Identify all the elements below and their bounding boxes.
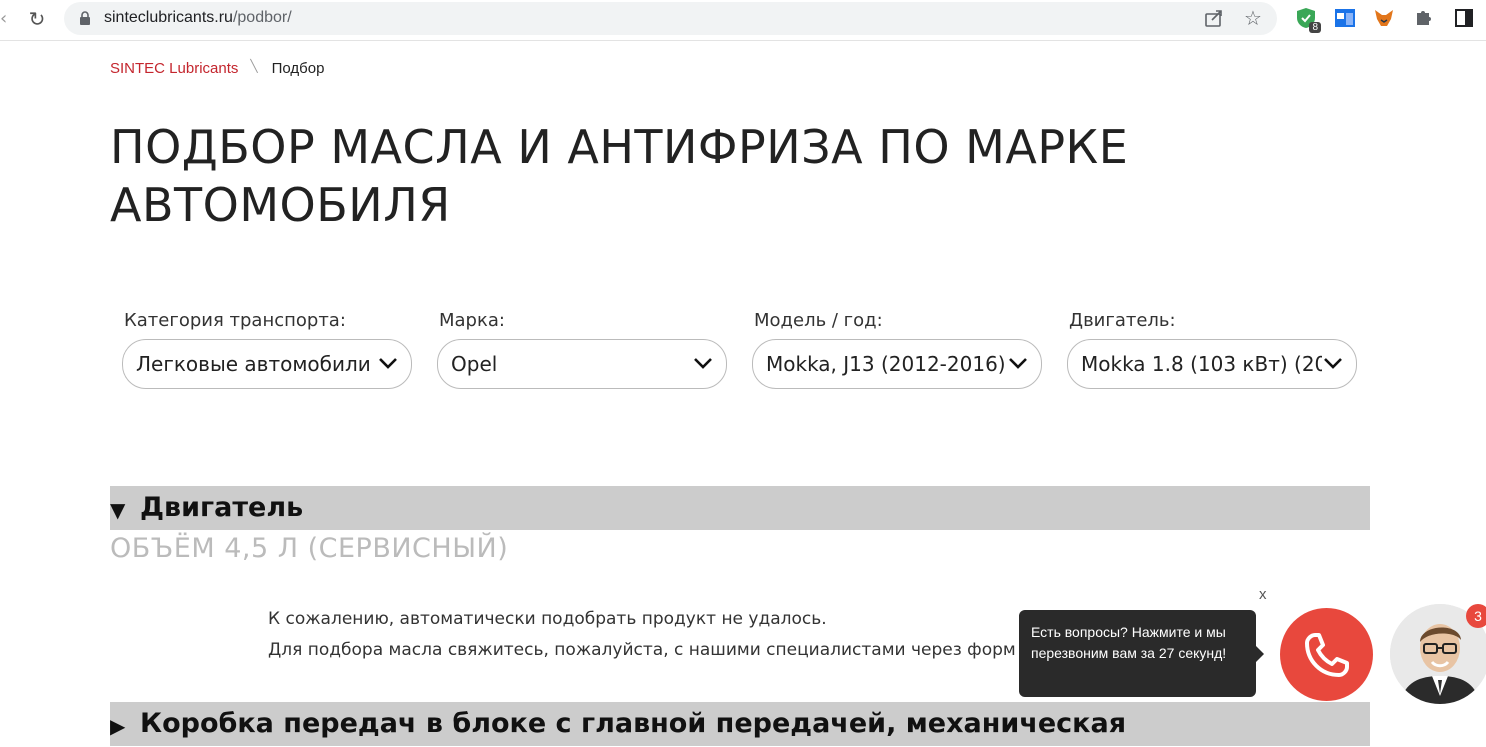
breadcrumb-home-link[interactable]: SINTEC Lubricants xyxy=(110,60,238,77)
triangle-right-icon: ▶ xyxy=(110,714,126,738)
sidepanel-icon[interactable] xyxy=(1453,7,1475,29)
model-year-dropdown[interactable]: Mokka, J13 (2012-2016) xyxy=(752,339,1042,389)
share-icon[interactable] xyxy=(1204,8,1224,28)
browser-toolbar: ‹ ↻ sinteclubricants.ru/podbor/ ☆ 8 xyxy=(0,0,1486,41)
triangle-down-icon: ▼ xyxy=(110,498,126,522)
breadcrumb-current: Подбор xyxy=(271,60,325,77)
select-label: Модель / год: xyxy=(754,310,883,331)
extension-badge: 8 xyxy=(1309,22,1321,33)
back-icon[interactable]: ‹ xyxy=(0,8,10,30)
select-value: Легковые автомобили xyxy=(136,352,371,376)
tooltip-close-button[interactable]: x xyxy=(1259,586,1267,603)
notification-badge: 3 xyxy=(1466,604,1486,628)
gearbox-section-header[interactable]: ▶ Коробка передач в блоке с главной пере… xyxy=(110,702,1370,746)
callback-tooltip: Есть вопросы? Нажмите и мы перезвоним ва… xyxy=(1019,610,1264,697)
contact-message: Для подбора масла свяжитесь, пожалуйста,… xyxy=(268,640,1016,660)
reload-icon[interactable]: ↻ xyxy=(26,8,48,30)
window-extension-icon[interactable] xyxy=(1334,7,1356,29)
chevron-down-icon xyxy=(1007,354,1029,372)
fox-extension-icon[interactable] xyxy=(1373,7,1395,29)
select-label: Двигатель: xyxy=(1069,310,1176,331)
page-title: ПОДБОР МАСЛА И АНТИФРИЗА ПО МАРКЕ АВТОМО… xyxy=(110,120,1129,232)
url-text: sinteclubricants.ru/podbor/ xyxy=(104,9,292,26)
no-result-message: К сожалению, автоматически подобрать про… xyxy=(268,609,827,629)
section-title: Двигатель xyxy=(140,492,304,523)
lock-icon xyxy=(80,11,90,25)
breadcrumb: SINTEC Lubricants ╲ Подбор xyxy=(110,59,325,77)
address-bar[interactable]: sinteclubricants.ru/podbor/ ☆ xyxy=(64,2,1277,35)
select-value: Mokka 1.8 (103 кВт) (2012 xyxy=(1081,352,1326,376)
chevron-down-icon xyxy=(692,354,714,372)
select-label: Категория транспорта: xyxy=(124,310,346,331)
select-value: Mokka, J13 (2012-2016) xyxy=(766,352,1006,376)
engine-dropdown[interactable]: Mokka 1.8 (103 кВт) (2012 xyxy=(1067,339,1357,389)
puzzle-icon[interactable] xyxy=(1413,7,1435,29)
phone-icon xyxy=(1305,633,1349,677)
chevron-down-icon xyxy=(1322,354,1344,372)
brand-dropdown[interactable]: Opel xyxy=(437,339,727,389)
transport-category-select: Категория транспорта: Легковые автомобил… xyxy=(122,310,412,389)
select-value: Opel xyxy=(451,352,498,376)
chevron-down-icon xyxy=(377,354,399,372)
engine-select: Двигатель: Mokka 1.8 (103 кВт) (2012 xyxy=(1067,310,1357,389)
model-year-select: Модель / год: Mokka, J13 (2012-2016) xyxy=(752,310,1042,389)
select-label: Марка: xyxy=(439,310,505,331)
breadcrumb-separator-icon: ╲ xyxy=(250,59,258,73)
engine-section-header[interactable]: ▼ Двигатель xyxy=(110,486,1370,530)
transport-category-dropdown[interactable]: Легковые автомобили xyxy=(122,339,412,389)
callback-button[interactable] xyxy=(1280,608,1373,701)
shield-extension-icon[interactable]: 8 xyxy=(1295,7,1321,33)
engine-volume: ОБЪЁМ 4,5 Л (СЕРВИСНЫЙ) xyxy=(110,533,509,564)
brand-select: Марка: Opel xyxy=(437,310,727,389)
star-icon[interactable]: ☆ xyxy=(1242,7,1264,29)
section-title: Коробка передач в блоке с главной переда… xyxy=(140,708,1127,739)
